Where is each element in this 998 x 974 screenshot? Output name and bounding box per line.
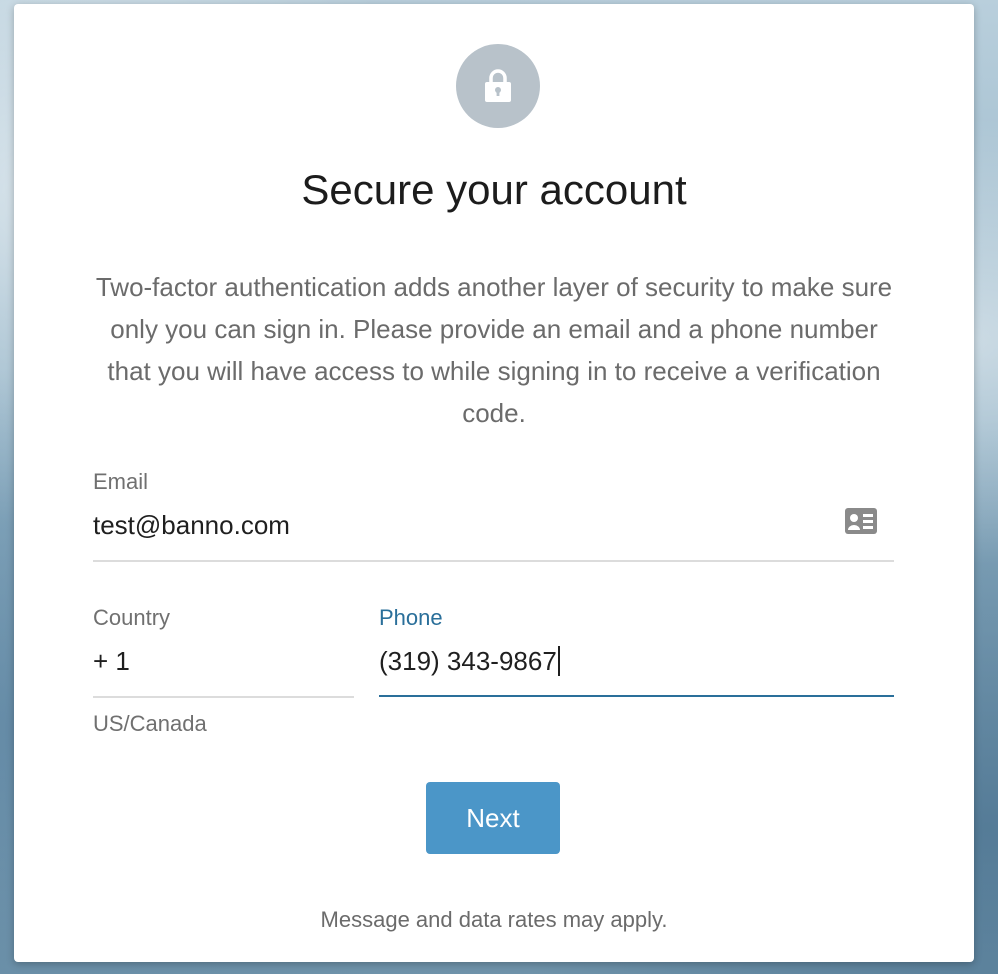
next-button[interactable]: Next bbox=[426, 782, 560, 854]
lock-icon bbox=[485, 69, 511, 102]
page-title: Secure your account bbox=[301, 166, 687, 213]
email-underline bbox=[93, 560, 894, 562]
disclaimer-text: Message and data rates may apply. bbox=[320, 907, 668, 932]
phone-field[interactable]: (319) 343-9867 bbox=[379, 644, 560, 678]
country-underline bbox=[93, 696, 354, 698]
email-label: Email bbox=[93, 469, 149, 494]
phone-underline-focused bbox=[379, 695, 894, 697]
country-code-field[interactable]: + 1 bbox=[93, 644, 130, 678]
phone-label: Phone bbox=[379, 605, 443, 630]
email-field[interactable]: test@banno.com bbox=[93, 508, 813, 542]
text-caret bbox=[557, 646, 560, 677]
country-helper-text: US/Canada bbox=[93, 711, 207, 736]
two-factor-card: Secure your account Two-factor authentic… bbox=[14, 4, 974, 962]
lock-badge bbox=[456, 44, 540, 128]
phone-value: (319) 343-9867 bbox=[379, 646, 557, 676]
description-text: Two-factor authentication adds another l… bbox=[95, 272, 893, 428]
country-label: Country bbox=[93, 605, 171, 630]
contact-card-icon[interactable] bbox=[844, 506, 878, 536]
